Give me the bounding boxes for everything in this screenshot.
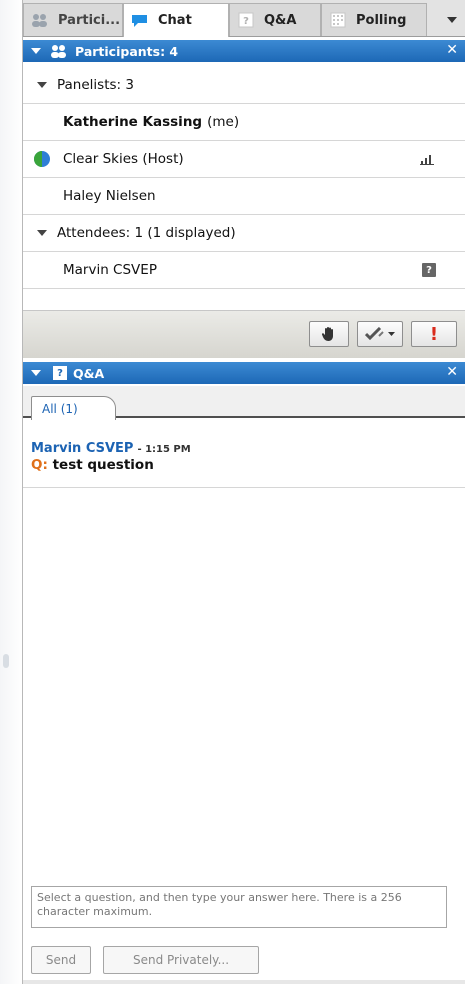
send-privately-label: Send Privately...	[132, 953, 230, 967]
question-item[interactable]: Marvin CSVEP - 1:15 PM Q: test question	[23, 432, 465, 488]
question-time: - 1:15 PM	[137, 444, 191, 455]
answer-input[interactable]: Select a question, and then type your an…	[31, 886, 447, 928]
send-button-label: Send	[45, 953, 77, 967]
question-badge-icon: ?	[422, 263, 436, 277]
tab-all-questions[interactable]: All (1)	[31, 396, 116, 420]
bottom-divider	[23, 980, 465, 984]
participants-count: Participants: 4	[75, 43, 179, 59]
chat-bubble-icon	[130, 13, 150, 29]
question-text: test question	[52, 457, 154, 473]
qa-header[interactable]: ? Q&A ✕	[23, 362, 465, 384]
panelists-group-label: Panelists: 3	[57, 77, 134, 93]
left-edge-shadow	[0, 0, 22, 984]
hand-icon	[322, 327, 333, 341]
participants-icon	[30, 12, 50, 28]
expand-caret-icon	[37, 230, 47, 236]
participant-name: Haley Nielsen	[63, 188, 156, 204]
tabs-overflow-menu[interactable]	[438, 3, 465, 36]
checkmark-feedback-icon	[365, 327, 384, 341]
panel-tab-bar: Partici... Chat ? Q&A Polling	[23, 0, 465, 37]
alert-button[interactable]: !	[411, 321, 457, 347]
participant-name: Katherine Kassing	[63, 114, 203, 130]
panelists-group[interactable]: Panelists: 3	[23, 67, 465, 104]
qa-icon: ?	[53, 366, 67, 380]
qa-tab-strip: All (1)	[23, 386, 465, 420]
tab-qa-label: Q&A	[264, 12, 297, 28]
participant-name: Marvin CSVEP	[63, 262, 157, 278]
feedback-dropdown-button[interactable]	[357, 321, 403, 347]
tab-all-label: All (1)	[42, 401, 78, 416]
question-box-icon: ?	[236, 12, 256, 28]
send-privately-button[interactable]: Send Privately...	[103, 946, 259, 974]
qa-title: Q&A	[73, 365, 105, 381]
polling-grid-icon	[328, 12, 348, 28]
side-handle	[3, 654, 9, 668]
attendees-group-label: Attendees: 1 (1 displayed)	[57, 225, 236, 241]
tab-qa[interactable]: ? Q&A	[229, 3, 321, 36]
participant-row[interactable]: Marvin CSVEP ?	[23, 252, 465, 289]
participant-self-tag: (me)	[207, 114, 240, 130]
collapse-triangle-icon	[31, 370, 41, 376]
attendees-group[interactable]: Attendees: 1 (1 displayed)	[23, 215, 465, 252]
question-prefix: Q:	[31, 457, 48, 473]
svg-text:?: ?	[243, 16, 249, 27]
exclamation-icon: !	[429, 323, 439, 345]
tab-participants-label: Partici...	[58, 12, 121, 28]
expand-caret-icon	[37, 82, 47, 88]
send-button[interactable]: Send	[31, 946, 91, 974]
participants-toolbar: !	[23, 310, 465, 358]
participants-panel: Partici... Chat ? Q&A Polling Participan…	[22, 0, 465, 984]
participants-header[interactable]: Participants: 4 ✕	[23, 40, 465, 62]
collapse-triangle-icon	[31, 48, 41, 54]
close-icon[interactable]: ✕	[446, 42, 458, 58]
chevron-down-icon	[447, 16, 457, 23]
tab-chat[interactable]: Chat	[123, 3, 229, 37]
tab-polling[interactable]: Polling	[321, 3, 427, 36]
participant-row[interactable]: Katherine Kassing (me)	[23, 104, 465, 141]
tab-participants[interactable]: Partici...	[23, 3, 123, 36]
chevron-down-icon	[388, 332, 395, 336]
question-asker: Marvin CSVEP	[31, 441, 134, 456]
raise-hand-button[interactable]	[309, 321, 349, 347]
tab-polling-label: Polling	[356, 12, 407, 28]
participants-icon	[51, 45, 66, 58]
tab-chat-label: Chat	[158, 13, 192, 28]
close-icon[interactable]: ✕	[446, 364, 458, 380]
audio-signal-icon	[420, 155, 434, 165]
participant-name: Clear Skies (Host)	[63, 151, 184, 167]
participant-row[interactable]: Haley Nielsen	[23, 178, 465, 215]
host-globe-icon	[34, 151, 50, 167]
participant-row[interactable]: Clear Skies (Host)	[23, 141, 465, 178]
